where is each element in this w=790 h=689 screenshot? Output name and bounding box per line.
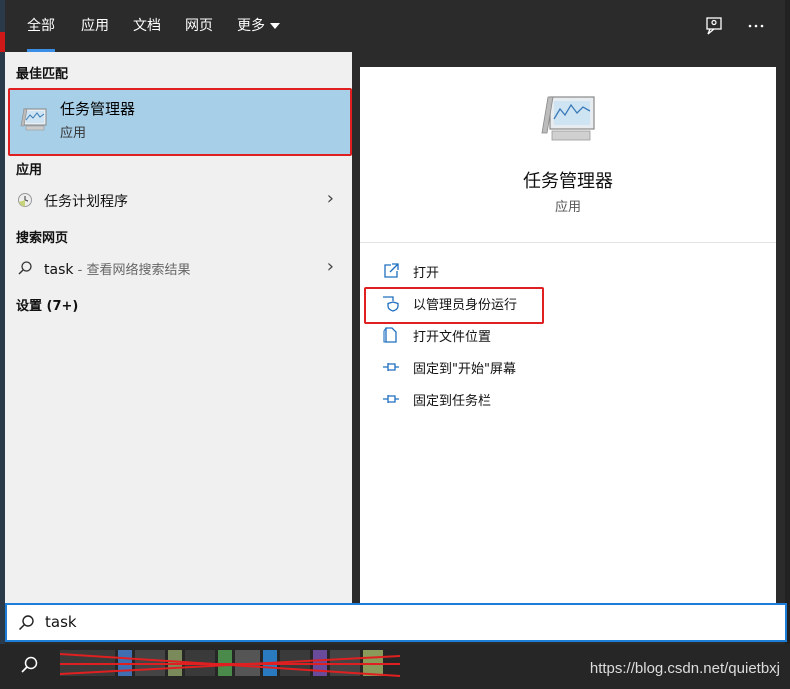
chevron-right-icon[interactable]: › <box>327 258 334 276</box>
tab-web[interactable]: 网页 <box>185 0 213 52</box>
search-icon <box>18 615 34 631</box>
search-icon <box>18 261 32 275</box>
taskbar: https://blog.csdn.net/quietbxj <box>0 644 790 689</box>
task-scheduler-icon <box>18 193 32 207</box>
preview-subtitle: 应用 <box>554 200 581 215</box>
web-query-hint: - 查看网络搜索结果 <box>73 263 191 278</box>
pin-icon <box>383 395 399 403</box>
tab-all[interactable]: 全部 <box>27 0 55 52</box>
tab-documents[interactable]: 文档 <box>133 0 161 52</box>
search-input[interactable] <box>45 611 745 633</box>
task-scheduler-label: 任务计划程序 <box>44 194 128 210</box>
list-item-task-scheduler[interactable]: 任务计划程序 › <box>5 183 352 217</box>
watermark-text: https://blog.csdn.net/quietbxj <box>589 660 780 677</box>
results-panel: 最佳匹配 任务管理器 应用 应用 任务计划程序 › 搜索网页 task - 查看… <box>5 52 352 603</box>
divider <box>360 242 776 243</box>
start-search-window: 全部 应用 文档 网页 更多 最佳匹配 任务管理器 应用 应用 任务计划程序 ›… <box>5 0 785 644</box>
task-manager-icon <box>20 108 47 131</box>
feedback-icon[interactable] <box>704 16 724 36</box>
search-icon[interactable] <box>19 655 39 675</box>
best-match-title: 任务管理器 <box>60 100 136 118</box>
chevron-down-icon <box>270 23 280 29</box>
background-desktop-right <box>785 0 790 644</box>
shield-icon <box>383 296 399 312</box>
best-match-subtitle: 应用 <box>60 126 87 141</box>
file-location-icon <box>383 327 397 343</box>
pin-icon <box>383 363 399 371</box>
settings-heading[interactable]: 设置 (7+) <box>16 295 78 314</box>
tab-apps[interactable]: 应用 <box>81 0 109 52</box>
tab-more-label: 更多 <box>237 18 265 34</box>
preview-panel: 任务管理器 应用 打开 以管理员身份运行 打开文件位置 固定到"开始"屏幕 固定… <box>360 67 776 603</box>
best-match-item[interactable]: 任务管理器 应用 <box>8 88 352 156</box>
more-options-icon[interactable] <box>746 16 766 36</box>
chevron-right-icon[interactable]: › <box>327 190 334 208</box>
search-web-heading: 搜索网页 <box>16 231 69 246</box>
action-open-file-location-label: 打开文件位置 <box>413 330 492 345</box>
action-pin-to-taskbar-label: 固定到任务栏 <box>413 394 492 409</box>
action-pin-to-start-label: 固定到"开始"屏幕 <box>413 362 516 377</box>
preview-title: 任务管理器 <box>523 171 613 192</box>
tab-more[interactable]: 更多 <box>237 0 280 52</box>
web-query-text: task <box>44 262 74 278</box>
best-match-heading: 最佳匹配 <box>16 67 69 82</box>
open-icon <box>384 263 399 278</box>
action-run-as-admin-label: 以管理员身份运行 <box>413 298 518 313</box>
task-manager-large-icon <box>541 96 595 141</box>
redaction-strike <box>60 653 400 677</box>
list-item-web-search[interactable]: task - 查看网络搜索结果 › <box>5 251 352 285</box>
apps-heading: 应用 <box>16 163 43 178</box>
filter-tabs: 全部 应用 文档 网页 更多 <box>5 0 785 52</box>
search-box[interactable] <box>5 603 787 642</box>
action-open-label: 打开 <box>413 266 440 281</box>
